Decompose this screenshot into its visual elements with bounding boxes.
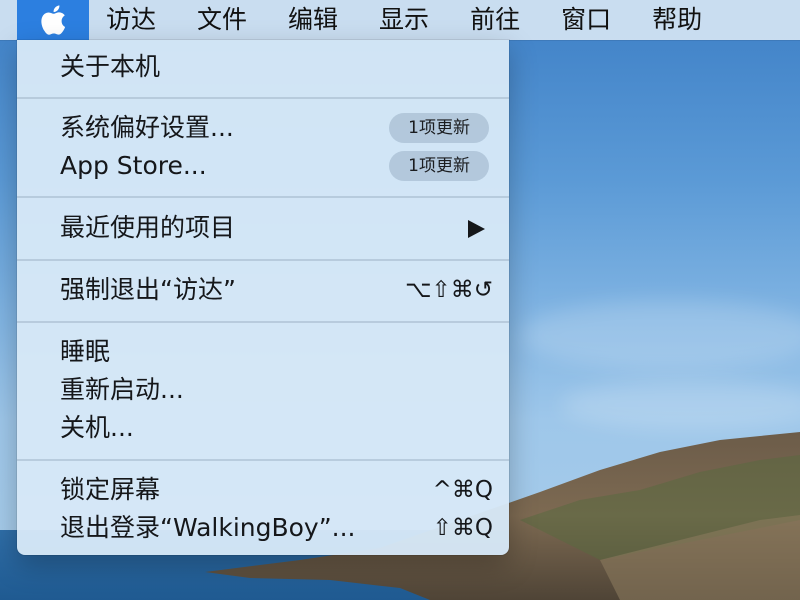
menu-window[interactable]: 窗口 [561, 0, 611, 40]
menu-item-system-preferences[interactable]: 系统偏好设置... 1项更新 [17, 109, 509, 147]
apple-menu-button[interactable] [17, 0, 89, 40]
menu-item-lock-screen[interactable]: 锁定屏幕 ^⌘Q [17, 471, 509, 509]
menu-separator [17, 321, 509, 323]
menu-item-restart[interactable]: 重新启动... [17, 371, 509, 409]
menu-item-logout[interactable]: 退出登录“WalkingBoy”... ⇧⌘Q [17, 509, 509, 547]
menu-bar: 访达 文件 编辑 显示 前往 窗口 帮助 [0, 0, 800, 40]
menu-separator [17, 459, 509, 461]
shortcut-label: ⌥⇧⌘↺ [404, 277, 493, 303]
menu-finder[interactable]: 访达 [106, 0, 156, 40]
menu-item-label: 重新启动... [60, 375, 184, 404]
menu-item-label: App Store... [60, 151, 207, 180]
menu-item-label: 强制退出“访达” [60, 275, 236, 304]
menu-separator [17, 259, 509, 261]
menu-separator [17, 196, 509, 198]
menu-item-label: 关机... [60, 413, 134, 442]
menu-item-label: 关于本机 [60, 52, 161, 81]
menu-help[interactable]: 帮助 [652, 0, 702, 40]
update-badge: 1项更新 [389, 151, 489, 181]
desktop: 访达 文件 编辑 显示 前往 窗口 帮助 关于本机 系统偏好设置... 1项更新… [0, 0, 800, 600]
menu-item-label: 最近使用的项目 [60, 213, 236, 242]
menu-edit[interactable]: 编辑 [288, 0, 338, 40]
menu-item-about[interactable]: 关于本机 [17, 48, 509, 86]
menu-item-shutdown[interactable]: 关机... [17, 409, 509, 447]
menu-item-sleep[interactable]: 睡眠 [17, 333, 509, 371]
apple-dropdown-menu: 关于本机 系统偏好设置... 1项更新 App Store... 1项更新 最近… [17, 40, 509, 555]
menu-item-label: 系统偏好设置... [60, 113, 234, 142]
menu-item-recent-items[interactable]: 最近使用的项目 [17, 209, 509, 247]
menu-go[interactable]: 前往 [470, 0, 520, 40]
shortcut-label: ⇧⌘Q [432, 515, 493, 541]
menu-item-app-store[interactable]: App Store... 1项更新 [17, 147, 509, 185]
menu-separator [17, 97, 509, 99]
menu-item-label: 睡眠 [60, 337, 111, 366]
update-badge: 1项更新 [389, 113, 489, 143]
menu-item-label: 退出登录“WalkingBoy”... [60, 513, 356, 542]
menu-view[interactable]: 显示 [379, 0, 429, 40]
shortcut-label: ^⌘Q [432, 477, 493, 503]
menu-item-force-quit[interactable]: 强制退出“访达” ⌥⇧⌘↺ [17, 271, 509, 309]
menu-file[interactable]: 文件 [197, 0, 247, 40]
apple-icon [41, 5, 66, 35]
menu-item-label: 锁定屏幕 [60, 475, 161, 504]
submenu-arrow-icon [468, 220, 485, 238]
